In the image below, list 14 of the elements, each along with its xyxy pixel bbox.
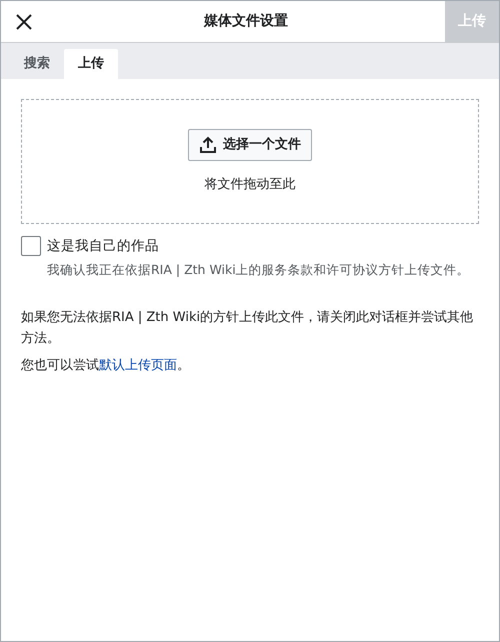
notice-text: 如果您无法依据RIA | Zth Wiki的方针上传此文件，请关闭此对话框并尝试其他方法。 (21, 309, 474, 348)
upload-page-link[interactable]: 默认上传页面 (99, 358, 177, 373)
choose-file-button[interactable]: 选择一个文件 (188, 129, 312, 160)
upload-icon (199, 136, 217, 154)
tab[interactable]: 上传 (64, 49, 118, 79)
alternative-text: 您也可以尝试默认上传页面。 (21, 356, 191, 375)
drop-hint: 将文件拖动至此 (204, 176, 296, 194)
dialog-title: 媒体文件设置 (202, 12, 289, 31)
checkbox-label[interactable]: 这是我自己的作品 (47, 236, 159, 256)
help-text: 我确认我正在依据RIA | Zth Wiki上的服务条款和许可协议方针上传文件。 (47, 261, 471, 280)
drop-zone[interactable]: 选择一个文件 将文件拖动至此 (21, 99, 479, 224)
tab[interactable]: 搜索 (10, 49, 64, 79)
checkbox[interactable] (21, 236, 41, 256)
close-icon (16, 14, 32, 30)
